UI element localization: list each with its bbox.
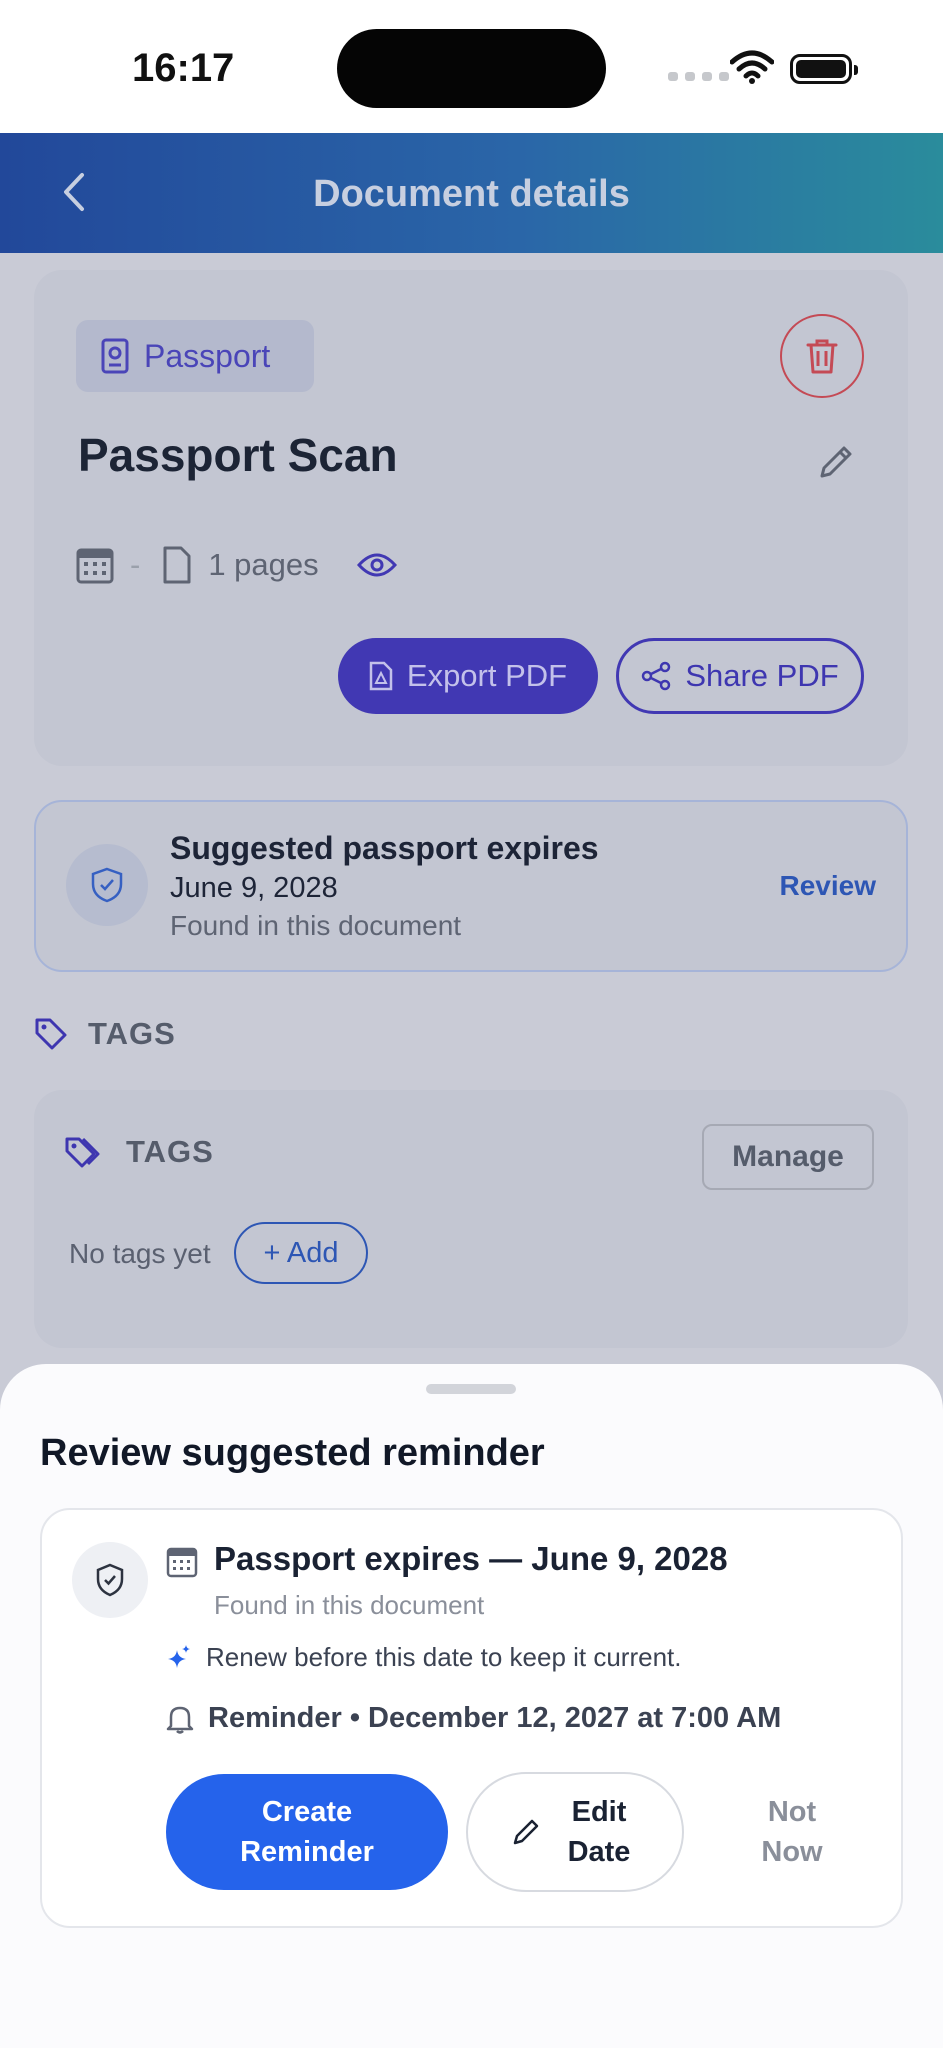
tags-icon [65,1137,100,1168]
suggestion-card[interactable]: Suggested passport expires June 9, 2028 … [34,800,908,972]
edit-date-button[interactable]: Edit Date [466,1772,684,1892]
sparkle-icon [168,1644,190,1668]
category-label: Passport [144,337,271,374]
export-pdf-button[interactable]: Export PDF [338,638,598,714]
tags-card: TAGS Manage No tags yet + Add [34,1090,908,1348]
not-now-label: Not Now [761,1796,823,1868]
eye-icon[interactable] [356,550,397,580]
suggestion-source: Found in this document [170,910,462,941]
status-time: 16:17 [132,46,235,90]
calendar-icon [76,548,114,584]
wifi-icon [730,50,774,84]
page-count: 1 pages [208,547,319,582]
delete-button[interactable] [780,314,864,398]
app-header: Document details [0,133,943,253]
shield-icon [66,844,148,926]
document-title: Passport Scan [78,429,398,481]
pdf-icon [369,661,393,691]
add-tag-button[interactable]: + Add [234,1222,368,1284]
edit-title-icon[interactable] [816,442,856,482]
create-reminder-label: Create Reminder [240,1796,374,1868]
page-title: Document details [313,173,630,215]
document-card: Passport Passport Scan - 1 pages Export … [34,270,908,766]
document-meta: - 1 pages [76,546,397,584]
review-link[interactable]: Review [780,870,877,902]
category-chip[interactable]: Passport [76,320,314,392]
cellular-signal-icon [668,72,729,81]
reminder-card: Passport expires — June 9, 2028 Found in… [40,1508,903,1928]
page-icon [163,546,191,584]
suggestion-date: June 9, 2028 [170,872,338,904]
reminder-schedule: Reminder • December 12, 2027 at 7:00 AM [166,1702,781,1735]
dynamic-island [337,29,606,108]
bell-icon [166,1706,194,1734]
share-pdf-button[interactable]: Share PDF [616,638,864,714]
passport-icon [101,338,129,374]
reminder-hint-text: Renew before this date to keep it curren… [206,1642,682,1672]
tags-card-label: TAGS [126,1134,214,1169]
manage-tags-button[interactable]: Manage [702,1124,874,1190]
reminder-bottom-sheet: Review suggested reminder Passport expir… [0,1364,943,2048]
pencil-icon [513,1819,539,1845]
tag-icon [35,1018,67,1050]
calendar-icon [166,1547,198,1578]
battery-icon [790,54,858,84]
trash-icon [806,339,838,374]
edit-date-label: Edit Date [567,1796,631,1868]
share-icon [642,661,671,691]
sheet-grabber[interactable] [426,1384,516,1394]
reminder-schedule-text: Reminder • December 12, 2027 at 7:00 AM [208,1702,782,1734]
empty-tags-text: No tags yet [69,1238,211,1269]
tags-heading-label: TAGS [88,1016,176,1051]
shield-icon [72,1542,148,1618]
status-bar: 16:17 [0,0,943,133]
sheet-title: Review suggested reminder [40,1432,545,1474]
document-date: - [130,547,141,582]
share-pdf-label: Share PDF [685,658,839,693]
tags-section-heading: TAGS [34,1016,176,1052]
reminder-title: Passport expires — June 9, 2028 [214,1540,728,1577]
export-pdf-label: Export PDF [406,658,568,693]
create-reminder-button[interactable]: Create Reminder [166,1774,448,1890]
not-now-button[interactable]: Not Now [722,1774,862,1890]
reminder-source: Found in this document [214,1590,485,1620]
suggestion-title: Suggested passport expires [170,830,599,866]
reminder-hint: Renew before this date to keep it curren… [166,1642,682,1673]
tags-card-heading: TAGS [64,1134,214,1170]
